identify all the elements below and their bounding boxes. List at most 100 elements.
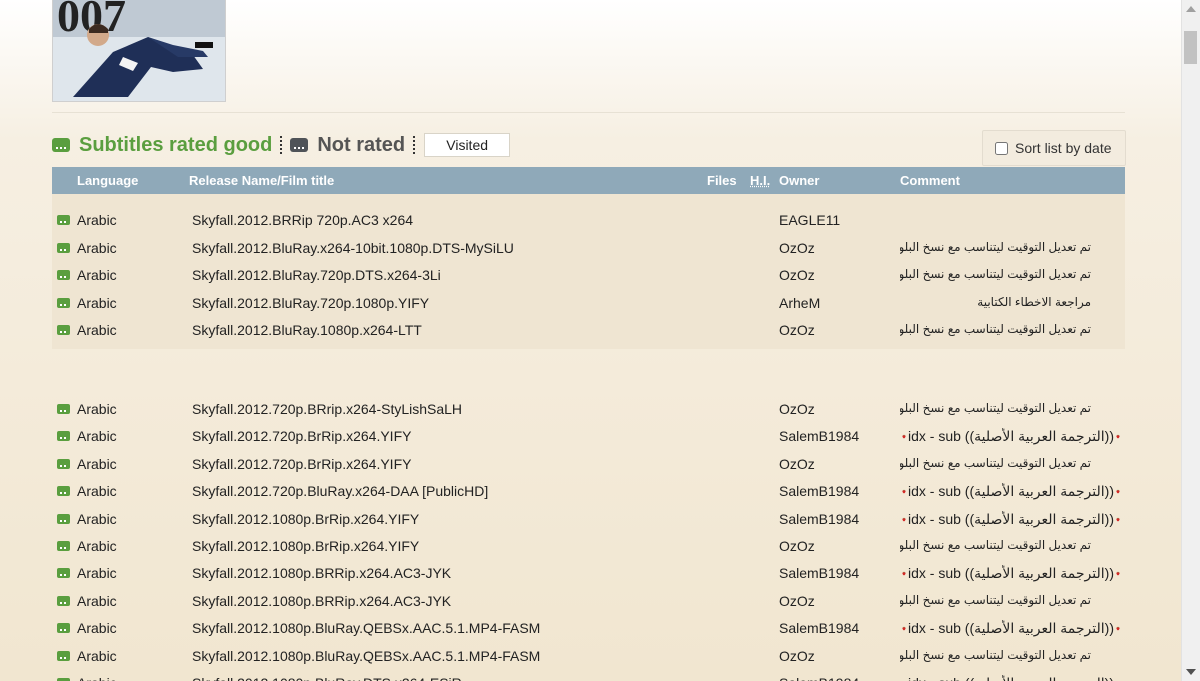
separator-dots [280,136,283,154]
comment-cell: idx - sub ((الترجمة العربية الأصلية)) [900,675,1122,681]
column-hi[interactable]: H.I. [750,173,770,188]
table-row[interactable]: Arabic Skyfall.2012.BluRay.720p.DTS.x264-… [52,262,1125,289]
table-row[interactable]: Arabic Skyfall.2012.BluRay.1080p.x264-LTT… [52,317,1125,344]
visited-button[interactable]: Visited [424,133,511,157]
release-link[interactable]: Skyfall.2012.1080p.BluRay.DTS.x264-ESiR [192,675,462,681]
owner-link[interactable]: OzOz [779,267,815,283]
owner-link[interactable]: ArheM [779,295,820,311]
language-cell[interactable]: Arabic [77,648,117,664]
separator-dots [413,136,416,154]
table-row[interactable]: Arabic Skyfall.2012.1080p.BRRip.x264.AC3-… [52,588,1125,615]
sort-by-date-checkbox[interactable] [995,141,1008,155]
language-cell[interactable]: Arabic [77,212,117,228]
filter-not-rated[interactable]: Not rated [317,134,405,157]
subtitle-icon [57,623,70,634]
subtitle-icon [290,138,309,152]
language-cell[interactable]: Arabic [77,675,117,681]
filter-rated-good[interactable]: Subtitles rated good [79,134,272,157]
release-link[interactable]: Skyfall.2012.720p.BRrip.x264-StyLishSaLH [192,401,462,417]
owner-link[interactable]: OzOz [779,322,815,338]
table-row[interactable]: Arabic Skyfall.2012.720p.BluRay.x264-DAA … [52,478,1125,505]
owner-link[interactable]: EAGLE11 [779,212,840,228]
language-cell[interactable]: Arabic [77,538,117,554]
owner-link[interactable]: OzOz [779,593,815,609]
owner-link[interactable]: SalemB1984 [779,620,859,636]
table-row[interactable]: Arabic Skyfall.2012.720p.BrRip.x264.YIFY S… [52,423,1125,450]
comment-cell: idx - sub ((الترجمة العربية الأصلية)) [900,511,1122,528]
owner-link[interactable]: OzOz [779,240,815,256]
release-link[interactable]: Skyfall.2012.BluRay.720p.1080p.YIFY [192,295,429,311]
scroll-thumb[interactable] [1184,31,1197,64]
comment-text: idx - sub ((الترجمة العربية الأصلية)) [908,675,1114,681]
table-row[interactable]: Arabic Skyfall.2012.720p.BRrip.x264-StyLi… [52,396,1125,423]
subtitle-icon [57,595,70,606]
comment-cell: تم تعديل التوقيت ليتناسب مع نسخ البلوراي [900,538,1091,552]
language-cell[interactable]: Arabic [77,240,117,256]
table-row[interactable]: Arabic Skyfall.2012.BluRay.720p.1080p.YIF… [52,290,1125,317]
language-cell[interactable]: Arabic [77,428,117,444]
language-cell[interactable]: Arabic [77,295,117,311]
owner-link[interactable]: OzOz [779,401,815,417]
column-files[interactable]: Files [707,173,737,188]
filter-group: Subtitles rated good Not rated Visited [52,131,511,159]
language-cell[interactable]: Arabic [77,322,117,338]
owner-link[interactable]: SalemB1984 [779,675,859,681]
subtitle-icon [57,270,70,280]
release-link[interactable]: Skyfall.2012.1080p.BluRay.QEBSx.AAC.5.1.… [192,648,540,664]
owner-link[interactable]: OzOz [779,456,815,472]
owner-link[interactable]: SalemB1984 [779,483,859,499]
language-cell[interactable]: Arabic [77,565,117,581]
column-release[interactable]: Release Name/Film title [189,173,334,188]
table-row[interactable]: Arabic Skyfall.2012.1080p.BRRip.x264.AC3-… [52,560,1125,587]
release-link[interactable]: Skyfall.2012.BRRip 720p.AC3 x264 [192,212,413,228]
language-cell[interactable]: Arabic [77,401,117,417]
owner-link[interactable]: SalemB1984 [779,511,859,527]
strawberry-icon [1116,676,1120,681]
comment-cell: تم تعديل التوقيت ليتناسب مع نسخ البلوراي [900,401,1091,415]
table-row[interactable]: Arabic Skyfall.2012.BluRay.x264-10bit.108… [52,235,1125,262]
language-cell[interactable]: Arabic [77,456,117,472]
release-link[interactable]: Skyfall.2012.BluRay.720p.DTS.x264-3Li [192,267,441,283]
release-link[interactable]: Skyfall.2012.1080p.BRRip.x264.AC3-JYK [192,565,451,581]
movie-poster[interactable]: 007 [52,0,226,102]
language-cell[interactable]: Arabic [77,620,117,636]
table-row[interactable]: Arabic Skyfall.2012.720p.BrRip.x264.YIFY O… [52,451,1125,478]
comment-cell: مراجعة الاخطاء الكتابية [977,294,1091,309]
language-cell[interactable]: Arabic [77,267,117,283]
column-language[interactable]: Language [77,173,138,188]
vertical-scrollbar[interactable] [1181,0,1200,681]
release-link[interactable]: Skyfall.2012.1080p.BrRip.x264.YIFY [192,538,419,554]
comment-cell: تم تعديل التوقيت ليتناسب مع نسخ البلوراي [900,592,1091,607]
table-row[interactable]: Arabic Skyfall.2012.1080p.BrRip.x264.YIFY… [52,506,1125,533]
strawberry-icon [1116,489,1120,494]
release-link[interactable]: Skyfall.2012.BluRay.1080p.x264-LTT [192,322,422,338]
table-row[interactable]: Arabic Skyfall.2012.1080p.BluRay.QEBSx.AA… [52,615,1125,642]
release-link[interactable]: Skyfall.2012.1080p.BluRay.QEBSx.AAC.5.1.… [192,620,540,636]
release-link[interactable]: Skyfall.2012.720p.BrRip.x264.YIFY [192,456,411,472]
column-comment[interactable]: Comment [900,173,960,188]
table-row[interactable]: Arabic Skyfall.2012.BRRip 720p.AC3 x264 EA… [52,207,1125,234]
owner-link[interactable]: OzOz [779,538,815,554]
release-link[interactable]: Skyfall.2012.720p.BluRay.x264-DAA [Publi… [192,483,488,499]
strawberry-icon [902,572,906,576]
owner-link[interactable]: SalemB1984 [779,565,859,581]
language-cell[interactable]: Arabic [77,593,117,609]
scroll-up-arrow-icon[interactable] [1186,6,1196,12]
table-row[interactable]: Arabic Skyfall.2012.1080p.BluRay.QEBSx.AA… [52,643,1125,670]
language-cell[interactable]: Arabic [77,511,117,527]
column-owner[interactable]: Owner [779,173,819,188]
owner-link[interactable]: SalemB1984 [779,428,859,444]
owner-link[interactable]: OzOz [779,648,815,664]
strawberry-icon [902,517,906,521]
release-link[interactable]: Skyfall.2012.720p.BrRip.x264.YIFY [192,428,411,444]
release-link[interactable]: Skyfall.2012.1080p.BRRip.x264.AC3-JYK [192,593,451,609]
table-row[interactable]: Arabic Skyfall.2012.1080p.BluRay.DTS.x264… [52,670,1125,681]
release-link[interactable]: Skyfall.2012.BluRay.x264-10bit.1080p.DTS… [192,240,514,256]
language-cell[interactable]: Arabic [77,483,117,499]
scroll-down-arrow-icon[interactable] [1186,669,1196,675]
comment-text: idx - sub ((الترجمة العربية الأصلية)) [908,620,1114,637]
sort-by-date[interactable]: Sort list by date [982,130,1126,166]
subtitle-icon [57,325,70,335]
table-row[interactable]: Arabic Skyfall.2012.1080p.BrRip.x264.YIFY… [52,533,1125,560]
release-link[interactable]: Skyfall.2012.1080p.BrRip.x264.YIFY [192,511,419,527]
